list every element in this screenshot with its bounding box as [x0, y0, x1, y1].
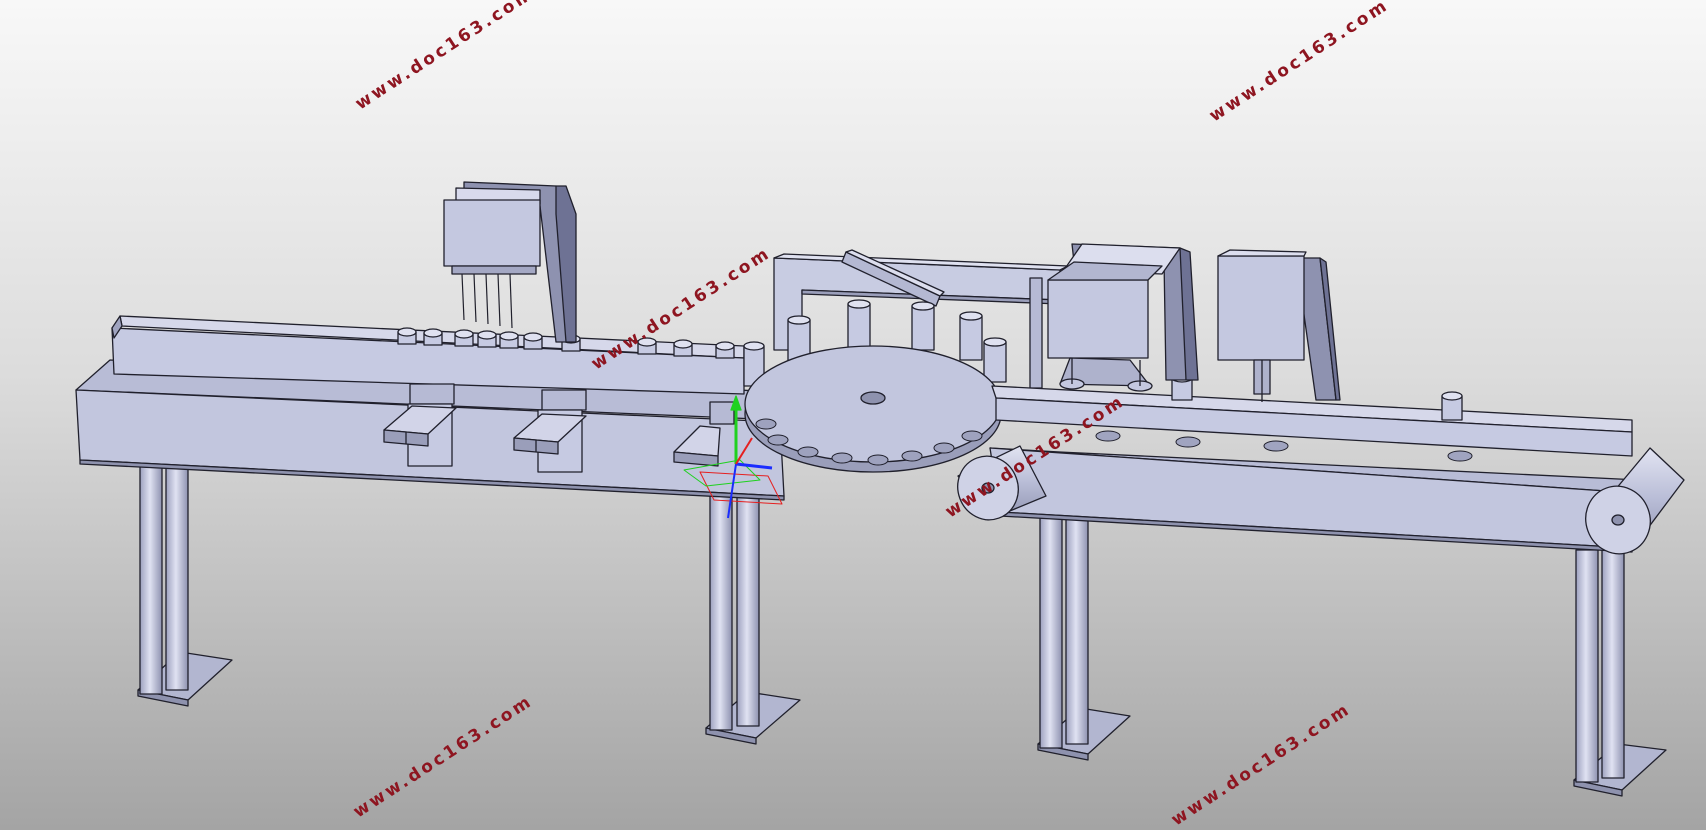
watermark-1: www.doc163.com — [352, 0, 539, 114]
capping-unit[interactable] — [1047, 243, 1199, 392]
watermark-2: www.doc163.com — [1206, 0, 1393, 126]
assembly-model[interactable] — [75, 181, 1685, 797]
leg-center[interactable] — [705, 491, 801, 745]
watermark-6: www.doc163.com — [1168, 699, 1355, 830]
leg-left[interactable] — [137, 457, 233, 707]
bottle-right — [1441, 391, 1463, 421]
starwheel[interactable] — [744, 345, 1002, 473]
watermark-5: www.doc163.com — [350, 691, 537, 822]
labeling-unit[interactable] — [1217, 249, 1341, 402]
filling-head[interactable] — [443, 181, 577, 343]
leg-right-inner[interactable] — [1037, 515, 1131, 761]
cad-viewport[interactable]: www.doc163.com www.doc163.com www.doc163… — [0, 0, 1706, 830]
leg-right-outer[interactable] — [1573, 549, 1667, 797]
